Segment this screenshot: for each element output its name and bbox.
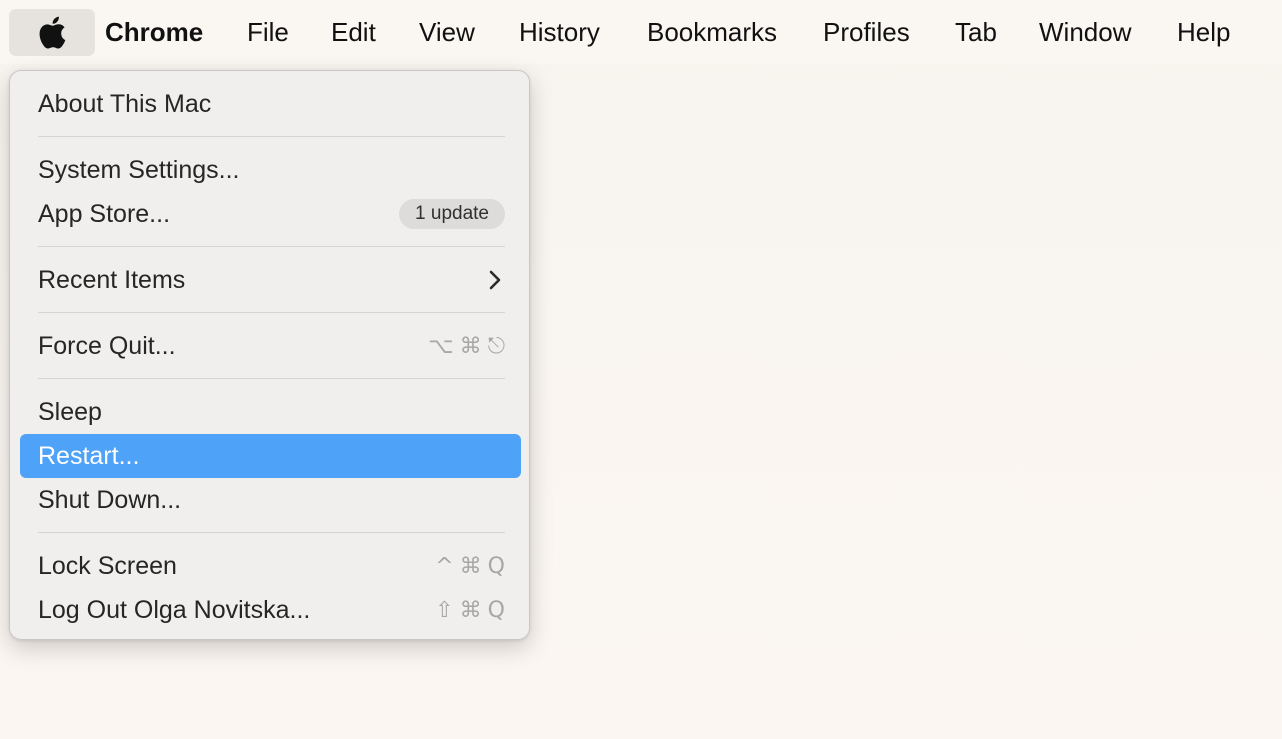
menu-item-system-settings[interactable]: System Settings...: [20, 148, 521, 192]
menu-item-recent-items[interactable]: Recent Items: [20, 258, 521, 302]
shift-key-icon: ⇧: [435, 597, 454, 623]
menu-app-chrome[interactable]: Chrome: [105, 14, 203, 50]
keyboard-shortcut: ⌥ ⌘ ⎋: [428, 324, 505, 368]
update-count-badge: 1 update: [399, 199, 505, 229]
menu-item-label: Shut Down...: [38, 486, 182, 514]
menu-item-lock-screen[interactable]: Lock Screen ^ ⌘ Q: [20, 544, 521, 588]
q-key-icon: Q: [487, 553, 505, 579]
menu-item-label: Sleep: [38, 398, 102, 426]
menu-item-force-quit[interactable]: Force Quit... ⌥ ⌘ ⎋: [20, 324, 521, 368]
escape-key-icon: ⎋: [487, 333, 505, 359]
menu-profiles[interactable]: Profiles: [823, 14, 910, 50]
keyboard-shortcut: ^ ⌘ Q: [435, 544, 505, 588]
menu-item-sleep[interactable]: Sleep: [20, 390, 521, 434]
menu-view[interactable]: View: [419, 14, 475, 50]
command-key-icon: ⌘: [459, 597, 482, 623]
menu-item-about-this-mac[interactable]: About This Mac: [20, 82, 521, 126]
menu-item-app-store[interactable]: App Store... 1 update: [20, 192, 521, 236]
menu-item-label: App Store...: [38, 200, 171, 228]
command-key-icon: ⌘: [459, 553, 482, 579]
menu-bar: Chrome File Edit View History Bookmarks …: [0, 0, 1282, 64]
keyboard-shortcut: ⇧ ⌘ Q: [435, 588, 505, 632]
menu-item-shut-down[interactable]: Shut Down...: [20, 478, 521, 522]
menu-item-restart[interactable]: Restart...: [20, 434, 521, 478]
menu-item-label: Lock Screen: [38, 552, 177, 580]
menu-item-label: Restart...: [38, 442, 140, 470]
menu-bookmarks[interactable]: Bookmarks: [647, 14, 777, 50]
q-key-icon: Q: [487, 597, 505, 623]
apple-logo-icon: [39, 16, 66, 49]
control-key-icon: ^: [435, 553, 454, 579]
menu-separator: [38, 246, 505, 247]
apple-menu-button[interactable]: [9, 9, 95, 56]
menu-file[interactable]: File: [247, 14, 289, 50]
menu-item-log-out[interactable]: Log Out Olga Novitska... ⇧ ⌘ Q: [20, 588, 521, 632]
menu-item-label: Log Out Olga Novitska...: [38, 596, 311, 624]
menu-separator: [38, 136, 505, 137]
menu-item-label: Recent Items: [38, 266, 186, 294]
menu-item-label: Force Quit...: [38, 332, 176, 360]
option-key-icon: ⌥: [428, 333, 454, 359]
chevron-right-icon: [489, 270, 501, 290]
menu-history[interactable]: History: [519, 14, 600, 50]
menu-help[interactable]: Help: [1177, 14, 1230, 50]
menu-item-label: About This Mac: [38, 90, 212, 118]
menu-edit[interactable]: Edit: [331, 14, 376, 50]
command-key-icon: ⌘: [459, 333, 482, 359]
menu-separator: [38, 312, 505, 313]
menu-tab[interactable]: Tab: [955, 14, 997, 50]
apple-menu-dropdown: About This Mac System Settings... App St…: [9, 70, 530, 640]
menu-window[interactable]: Window: [1039, 14, 1131, 50]
menu-item-label: System Settings...: [38, 156, 240, 184]
menu-separator: [38, 378, 505, 379]
menu-separator: [38, 532, 505, 533]
